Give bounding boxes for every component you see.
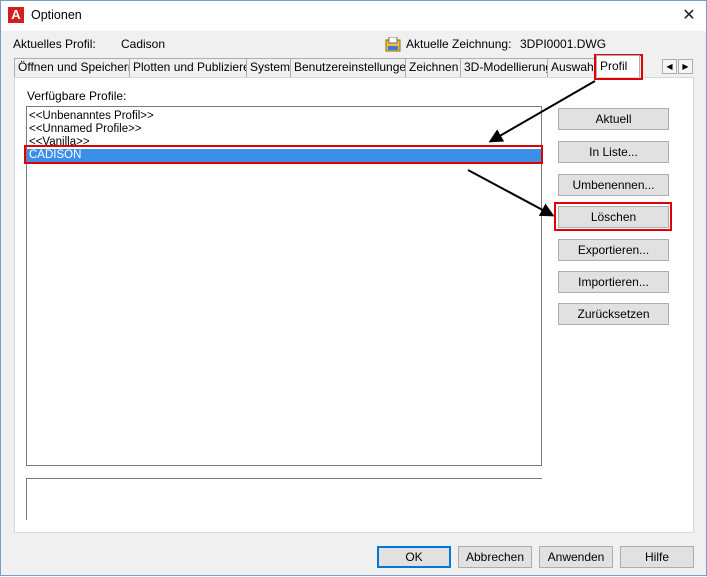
tab-scroll-left-icon[interactable]: ◀ (662, 59, 677, 74)
tab-selection[interactable]: Auswahl (547, 58, 597, 77)
list-item[interactable]: <<Unbenanntes Profil>> (29, 110, 154, 123)
current-profile-label: Aktuelles Profil: (13, 37, 96, 51)
current-profile-value: Cadison (121, 37, 166, 51)
list-item[interactable]: <<Vanilla>> (29, 136, 90, 149)
profile-info-row: Aktuelles Profil: Cadison Aktuelle Zeich… (1, 37, 706, 55)
delete-button[interactable]: Löschen (558, 206, 669, 228)
tab-scroll-right-icon[interactable]: ▶ (678, 59, 693, 74)
cancel-button[interactable]: Abbrechen (458, 546, 532, 568)
help-button[interactable]: Hilfe (620, 546, 694, 568)
tab-profiles[interactable]: Profil (596, 55, 640, 77)
available-profiles-label: Verfügbare Profile: (27, 89, 127, 103)
profiles-listbox[interactable]: <<Unbenanntes Profil>> <<Unnamed Profile… (26, 106, 542, 466)
current-drawing-label: Aktuelle Zeichnung: (406, 37, 512, 51)
tab-scroll-buttons: ◀ ▶ (662, 58, 694, 74)
add-to-list-button[interactable]: In Liste... (558, 141, 669, 163)
current-drawing-value: 3DPI0001.DWG (520, 37, 607, 51)
title-bar[interactable]: A Optionen ✕ (1, 1, 706, 31)
tab-plot-publish[interactable]: Plotten und Publizieren (129, 58, 247, 77)
list-item-selected[interactable]: CADISON (27, 149, 541, 162)
list-item[interactable]: <<Unnamed Profile>> (29, 123, 142, 136)
window-title: Optionen (31, 8, 82, 22)
tab-3d-modeling[interactable]: 3D-Modellierung (460, 58, 548, 77)
set-current-button[interactable]: Aktuell (558, 108, 669, 130)
close-icon[interactable]: ✕ (672, 1, 706, 31)
options-dialog: A Optionen ✕ Aktuelles Profil: Cadison A… (0, 0, 707, 576)
profile-description-box (26, 478, 542, 520)
tab-system[interactable]: System (246, 58, 291, 77)
tab-drafting[interactable]: Zeichnen (405, 58, 461, 77)
apply-button[interactable]: Anwenden (539, 546, 613, 568)
import-button[interactable]: Importieren... (558, 271, 669, 293)
export-button[interactable]: Exportieren... (558, 239, 669, 261)
tab-user-preferences[interactable]: Benutzereinstellungen (290, 58, 406, 77)
rename-button[interactable]: Umbenennen... (558, 174, 669, 196)
ok-button[interactable]: OK (377, 546, 451, 568)
tab-open-save[interactable]: Öffnen und Speichern (14, 58, 130, 77)
reset-button[interactable]: Zurücksetzen (558, 303, 669, 325)
drawing-file-icon (385, 37, 401, 52)
autocad-logo-icon: A (8, 7, 24, 23)
